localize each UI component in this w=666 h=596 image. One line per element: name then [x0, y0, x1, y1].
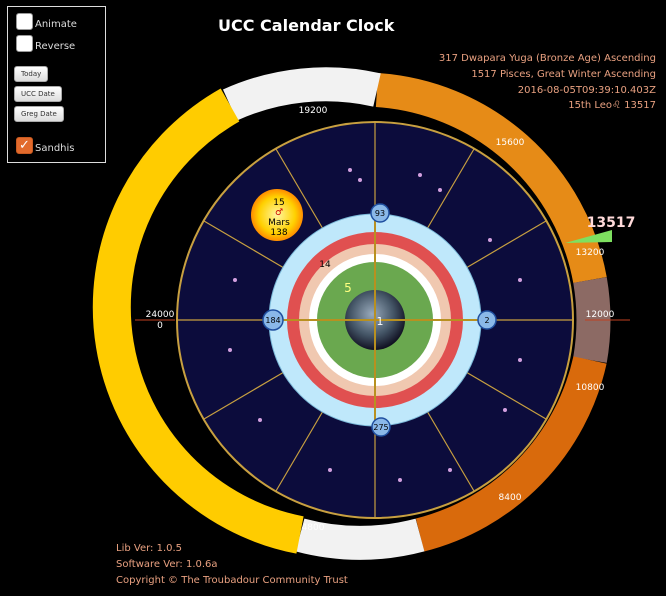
current-value: 13517	[587, 215, 636, 231]
day-marker-left-label: 184	[265, 316, 280, 325]
mars-name: Mars	[268, 218, 290, 228]
ring-label-4800: 4800	[302, 523, 325, 533]
mars-symbol: ♂	[275, 208, 283, 218]
lib-version: Lib Ver: 1.0.5	[116, 543, 183, 554]
ring-label-24000: 24000	[146, 310, 175, 320]
ring-label-15600: 15600	[496, 138, 525, 148]
day-marker: 14	[319, 260, 331, 270]
ring-label-10800: 10800	[576, 383, 605, 393]
ring-label-0: 0	[157, 321, 163, 331]
mars-value: 138	[270, 228, 287, 238]
ring-label-19200: 19200	[299, 106, 328, 116]
mars-day: 15	[273, 198, 284, 208]
day-marker-top-label: 93	[375, 209, 385, 218]
calendar-clock[interactable]: 19200 15600 13200 12000 10800 8400 4800 …	[0, 0, 666, 596]
software-version: Software Ver: 1.0.6a	[116, 559, 218, 570]
ring-label-13200: 13200	[576, 248, 605, 258]
copyright: Copyright © The Troubadour Community Tru…	[116, 575, 348, 586]
day-marker-bottom-label: 275	[373, 423, 388, 432]
ring-label-8400: 8400	[499, 493, 522, 503]
month-marker: 5	[344, 281, 352, 295]
earth-label: 1	[377, 315, 384, 328]
ring-label-12000: 12000	[586, 310, 615, 320]
day-marker-right-label: 2	[484, 316, 489, 325]
